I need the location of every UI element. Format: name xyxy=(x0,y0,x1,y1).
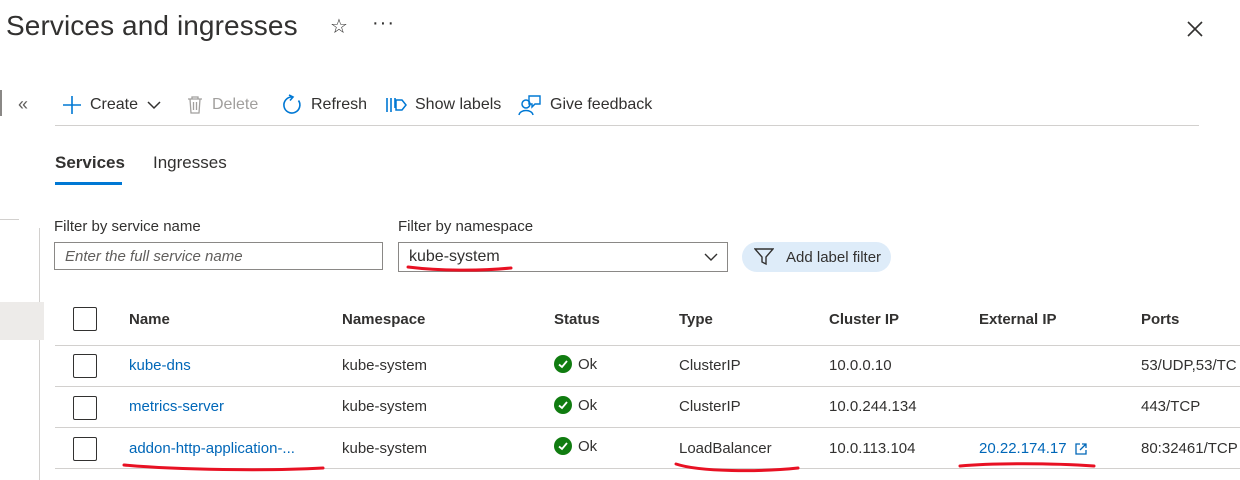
cluster-ip-cell: 10.0.244.134 xyxy=(829,398,917,415)
namespace-cell: kube-system xyxy=(342,440,428,457)
ellipsis-icon[interactable]: ··· xyxy=(372,12,395,35)
table-header-divider xyxy=(55,345,1240,346)
column-header-ports[interactable]: Ports xyxy=(1141,311,1179,328)
toolbar-divider xyxy=(55,125,1199,126)
ports-cell: 53/UDP,53/TC xyxy=(1141,357,1237,374)
service-name-link[interactable]: kube-dns xyxy=(129,357,191,374)
row-divider xyxy=(55,468,1240,469)
column-header-external-ip[interactable]: External IP xyxy=(979,311,1057,328)
namespace-cell: kube-system xyxy=(342,398,428,415)
check-circle-icon xyxy=(554,396,572,414)
type-cell: ClusterIP xyxy=(679,357,741,374)
row-checkbox[interactable] xyxy=(73,437,97,461)
column-header-cluster-ip[interactable]: Cluster IP xyxy=(829,311,899,328)
status-cell: Ok xyxy=(554,437,597,455)
create-button[interactable]: Create xyxy=(62,92,162,118)
external-link-icon xyxy=(1074,442,1087,455)
column-header-type[interactable]: Type xyxy=(679,311,713,328)
row-divider xyxy=(55,427,1240,428)
status-cell: Ok xyxy=(554,355,597,373)
refresh-button[interactable]: Refresh xyxy=(281,92,367,118)
give-feedback-label: Give feedback xyxy=(550,96,653,113)
delete-label: Delete xyxy=(212,96,259,113)
left-pane-border xyxy=(39,228,40,480)
row-divider xyxy=(55,386,1240,387)
namespace-dropdown[interactable]: kube-system xyxy=(398,242,728,272)
ports-cell: 443/TCP xyxy=(1141,398,1201,415)
row-checkbox[interactable] xyxy=(73,354,97,378)
add-label-filter-label: Add label filter xyxy=(786,248,882,266)
status-text: Ok xyxy=(578,355,598,373)
left-pane-edge xyxy=(0,90,2,116)
row-checkbox[interactable] xyxy=(73,396,97,420)
create-label: Create xyxy=(90,96,139,113)
select-all-checkbox[interactable] xyxy=(73,307,97,331)
check-circle-icon xyxy=(554,437,572,455)
show-labels-label: Show labels xyxy=(415,96,502,113)
active-tab-indicator xyxy=(55,182,122,185)
check-circle-icon xyxy=(554,355,572,373)
plus-icon xyxy=(63,96,81,114)
ports-cell: 80:32461/TCP xyxy=(1141,440,1238,457)
left-pane-selected-item[interactable] xyxy=(0,302,44,340)
namespace-cell: kube-system xyxy=(342,357,428,374)
delete-button[interactable]: Delete xyxy=(186,92,258,118)
feedback-icon xyxy=(518,95,541,116)
namespace-selected-value: kube-system xyxy=(409,248,500,265)
cluster-ip-cell: 10.0.0.10 xyxy=(829,357,892,374)
chevron-down-icon xyxy=(147,101,161,110)
service-name-link[interactable]: addon-http-application-... xyxy=(129,440,295,457)
annotation-underline xyxy=(958,462,1096,468)
collapse-pane-icon[interactable]: « xyxy=(18,94,28,115)
refresh-label: Refresh xyxy=(311,96,368,113)
star-icon[interactable]: ☆ xyxy=(330,14,348,39)
column-header-name[interactable]: Name xyxy=(129,311,170,328)
cluster-ip-cell: 10.0.113.104 xyxy=(829,440,916,457)
status-text: Ok xyxy=(578,396,598,414)
external-ip-link[interactable]: 20.22.174.17 xyxy=(979,440,1087,457)
chevron-down-icon xyxy=(704,253,718,261)
type-cell: LoadBalancer xyxy=(679,440,772,457)
give-feedback-button[interactable]: Give feedback xyxy=(518,92,652,118)
tab-ingresses[interactable]: Ingresses xyxy=(153,153,227,173)
column-header-status[interactable]: Status xyxy=(554,311,600,328)
refresh-icon xyxy=(283,94,301,114)
tab-services[interactable]: Services xyxy=(55,153,125,173)
service-name-link[interactable]: metrics-server xyxy=(129,398,224,415)
service-name-filter-label: Filter by service name xyxy=(54,218,201,235)
status-cell: Ok xyxy=(554,396,597,414)
service-name-input[interactable] xyxy=(54,242,383,270)
namespace-filter-label: Filter by namespace xyxy=(398,218,534,235)
column-header-namespace[interactable]: Namespace xyxy=(342,311,425,328)
page-title: Services and ingresses xyxy=(6,10,298,41)
show-labels-icon xyxy=(386,98,407,112)
status-text: Ok xyxy=(578,437,598,455)
type-cell: ClusterIP xyxy=(679,398,741,415)
filter-icon xyxy=(754,248,774,266)
add-label-filter-button[interactable]: Add label filter xyxy=(742,242,892,272)
external-ip-text: 20.22.174.17 xyxy=(979,440,1067,457)
close-icon[interactable] xyxy=(1184,18,1206,40)
left-pane-divider xyxy=(0,219,19,220)
trash-icon xyxy=(188,96,202,114)
show-labels-button[interactable]: Show labels xyxy=(385,92,501,118)
